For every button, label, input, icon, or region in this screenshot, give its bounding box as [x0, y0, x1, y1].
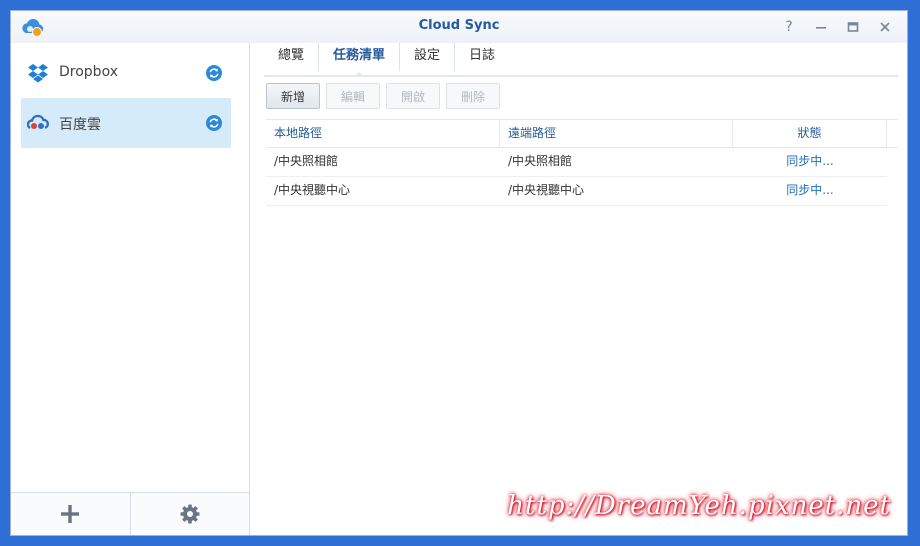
- sidebar-footer: [11, 492, 249, 535]
- provider-sidebar: Dropbox 百度雲: [11, 43, 250, 535]
- add-button[interactable]: 新增: [266, 83, 320, 109]
- maximize-icon[interactable]: [843, 17, 863, 37]
- window-title: Cloud Sync: [418, 18, 500, 33]
- local-path-cell: /中央視聽中心: [274, 183, 351, 197]
- provider-label: Dropbox: [59, 64, 118, 80]
- toolbar: 新增 編輯 開啟 刪除: [266, 83, 500, 109]
- remote-path-cell: /中央視聽中心: [508, 183, 585, 197]
- column-header-remote-path[interactable]: 遠端路徑: [500, 120, 733, 147]
- sync-icon: [206, 115, 222, 131]
- tab-overview[interactable]: 總覽: [264, 43, 318, 71]
- column-header-local-path[interactable]: 本地路徑: [266, 120, 500, 147]
- sync-icon: [206, 65, 222, 81]
- baidu-cloud-icon: [27, 114, 49, 130]
- close-icon[interactable]: [875, 17, 895, 37]
- status-cell: 同步中...: [786, 154, 834, 168]
- provider-label: 百度雲: [59, 117, 101, 133]
- local-path-cell: /中央照相館: [274, 154, 339, 168]
- add-provider-button[interactable]: [11, 493, 130, 535]
- provider-item-dropbox[interactable]: Dropbox: [21, 48, 231, 98]
- column-header-spacer: [887, 120, 898, 147]
- open-button[interactable]: 開啟: [386, 83, 440, 109]
- plus-icon: [61, 505, 80, 523]
- edit-button[interactable]: 編輯: [326, 83, 380, 109]
- column-header-status[interactable]: 狀態: [733, 120, 887, 147]
- task-table: 本地路徑 遠端路徑 狀態 /中央照相館 /中央照相館 同步中... /中央視聽中…: [266, 119, 898, 206]
- tab-log[interactable]: 日誌: [454, 43, 509, 71]
- watermark: http://DreamYeh.pixnet.net: [507, 491, 891, 521]
- tab-task-list[interactable]: 任務清單: [318, 43, 399, 77]
- cloud-sync-window: Cloud Sync ? Dropbox 百度雲 總覽 任務清單 設定 日誌 新…: [10, 10, 908, 536]
- remote-path-cell: /中央照相館: [508, 154, 573, 168]
- provider-item-baidu[interactable]: 百度雲: [21, 98, 231, 148]
- tab-bar: 總覽 任務清單 設定 日誌: [264, 43, 898, 77]
- help-icon[interactable]: ?: [779, 17, 799, 37]
- tab-settings[interactable]: 設定: [399, 43, 454, 71]
- table-row[interactable]: /中央視聽中心 /中央視聽中心 同步中...: [266, 177, 887, 206]
- minimize-icon[interactable]: [811, 17, 831, 37]
- main-panel: 總覽 任務清單 設定 日誌 新增 編輯 開啟 刪除 本地路徑 遠端路徑 狀態 /…: [250, 43, 907, 535]
- settings-button[interactable]: [129, 493, 250, 535]
- delete-button[interactable]: 刪除: [446, 83, 500, 109]
- gear-icon: [180, 504, 200, 524]
- title-bar[interactable]: Cloud Sync ?: [11, 11, 907, 43]
- table-row[interactable]: /中央照相館 /中央照相館 同步中...: [266, 148, 887, 177]
- table-header: 本地路徑 遠端路徑 狀態: [266, 119, 898, 148]
- status-cell: 同步中...: [786, 183, 834, 197]
- dropbox-icon: [28, 64, 48, 83]
